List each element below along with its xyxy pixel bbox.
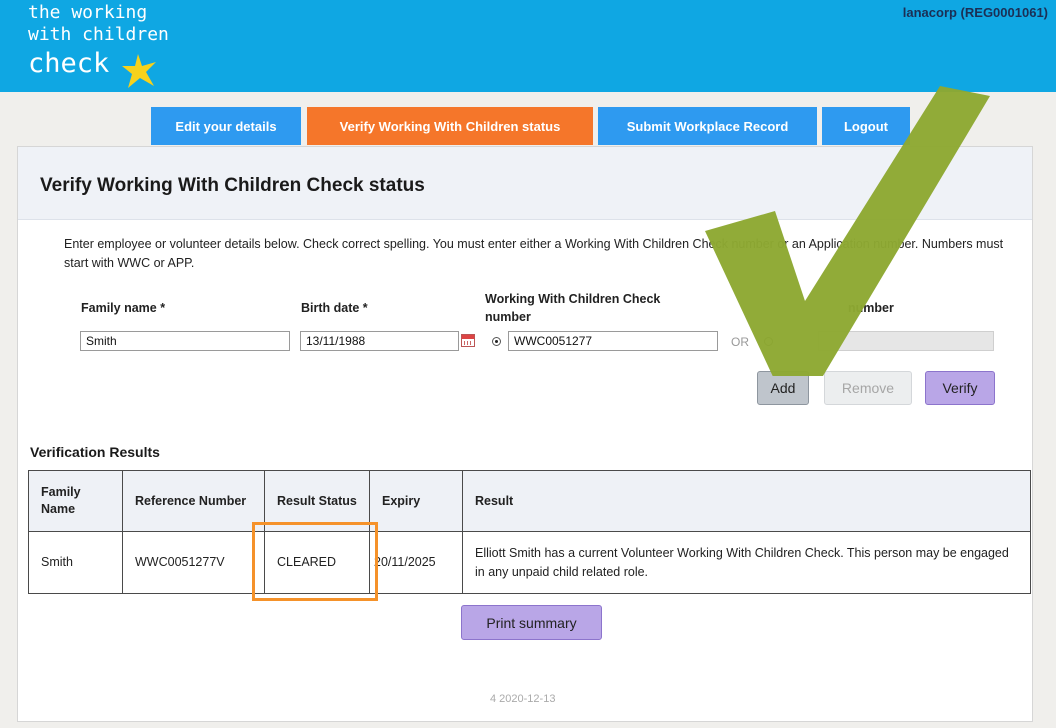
- account-label: lanacorp (REG0001061): [902, 5, 1048, 20]
- table-row: Smith WWC0051277V CLEARED 20/11/2025 Ell…: [28, 531, 1031, 594]
- application-number-label: number: [848, 301, 894, 315]
- add-button[interactable]: Add: [757, 371, 809, 405]
- verify-panel: Verify Working With Children Check statu…: [17, 146, 1033, 722]
- wwc-number-label: Working With Children Check number: [485, 290, 660, 326]
- tab-logout[interactable]: Logout: [822, 107, 910, 145]
- star-icon: [122, 54, 156, 88]
- panel-header: Verify Working With Children Check statu…: [18, 147, 1032, 220]
- wwc-number-label-line1: Working With Children Check: [485, 292, 661, 306]
- results-title: Verification Results: [30, 444, 160, 460]
- logo-line-3: check: [28, 48, 110, 79]
- print-summary-button[interactable]: Print summary: [461, 605, 602, 640]
- calendar-icon[interactable]: [461, 334, 475, 347]
- wwc-number-label-line2: number: [485, 310, 531, 324]
- cell-result-status: CLEARED: [264, 531, 370, 594]
- family-name-label: Family name *: [81, 301, 166, 315]
- page-title: Verify Working With Children Check statu…: [40, 175, 425, 196]
- logo-line-2: with children: [28, 24, 169, 45]
- site-header: the working with children check lanacorp…: [0, 0, 1056, 92]
- application-number-input[interactable]: [818, 331, 994, 351]
- tab-submit-workplace-record[interactable]: Submit Workplace Record: [598, 107, 817, 145]
- family-name-input[interactable]: [80, 331, 290, 351]
- instructions-text: Enter employee or volunteer details belo…: [64, 237, 1004, 270]
- results-table: Family Name Reference Number Result Stat…: [28, 470, 1031, 594]
- wwc-number-radio[interactable]: [492, 337, 501, 346]
- birth-date-input[interactable]: [300, 331, 459, 351]
- wwc-number-input[interactable]: [508, 331, 718, 351]
- column-header: Result Status: [264, 470, 370, 532]
- remove-button[interactable]: Remove: [824, 371, 912, 405]
- site-logo[interactable]: the working with children check: [28, 2, 169, 88]
- column-header: Result: [462, 470, 1031, 532]
- application-number-radio[interactable]: [764, 337, 773, 346]
- version-footer: 4 2020-12-13: [490, 693, 556, 705]
- birth-date-label: Birth date *: [301, 301, 368, 315]
- column-header: Family Name: [28, 470, 123, 532]
- tab-verify-status[interactable]: Verify Working With Children status: [307, 107, 593, 145]
- main-nav: Edit your details Verify Working With Ch…: [0, 107, 1056, 145]
- column-header: Reference Number: [122, 470, 265, 532]
- table-header-row: Family Name Reference Number Result Stat…: [28, 470, 1031, 532]
- cell-result: Elliott Smith has a current Volunteer Wo…: [462, 531, 1031, 594]
- logo-line-1: the working: [28, 2, 148, 23]
- cell-family-name: Smith: [28, 531, 123, 594]
- cell-expiry: 20/11/2025: [369, 531, 463, 594]
- column-header: Expiry: [369, 470, 463, 532]
- or-separator: OR: [731, 335, 749, 349]
- cell-reference-number: WWC0051277V: [122, 531, 265, 594]
- verify-button[interactable]: Verify: [925, 371, 995, 405]
- tab-edit-details[interactable]: Edit your details: [151, 107, 301, 145]
